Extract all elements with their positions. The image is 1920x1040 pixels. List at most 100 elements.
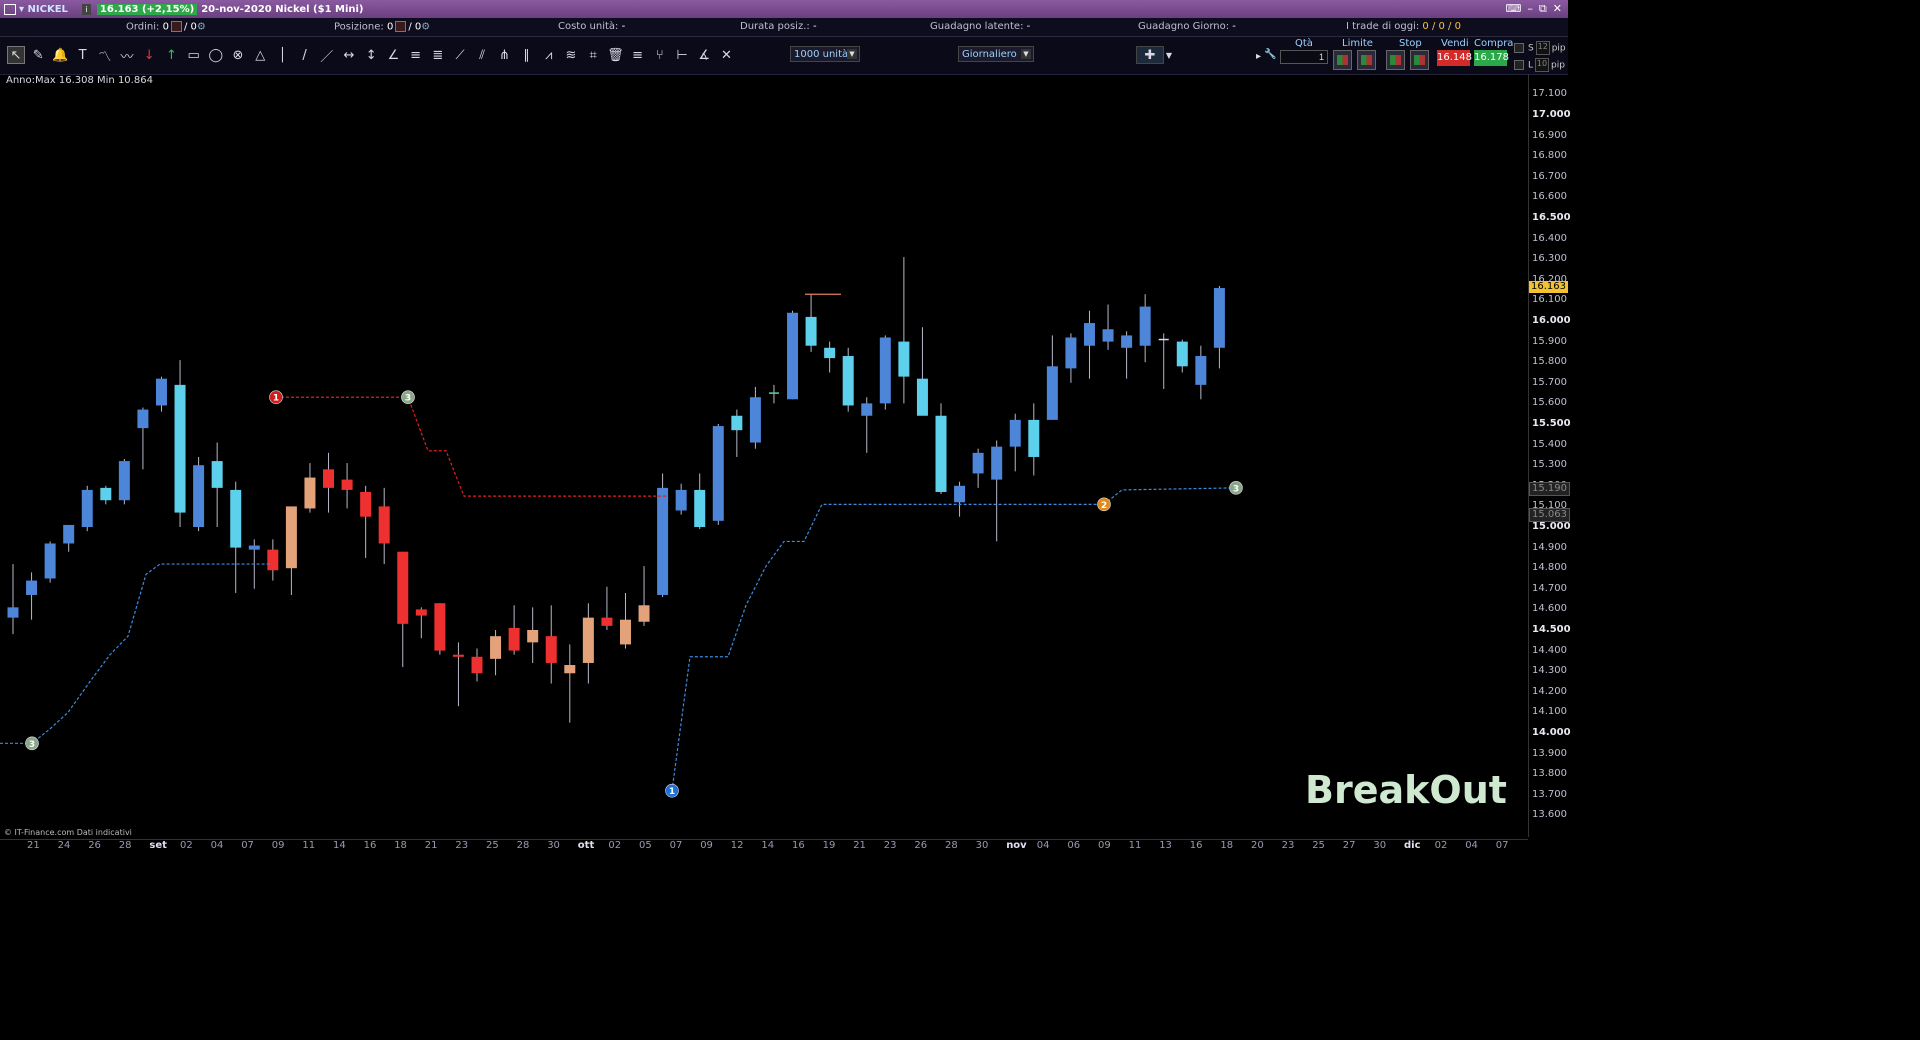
indicator-line-icon[interactable]: 〽 [96,46,114,65]
price-chart[interactable]: 3 1 3 1 2 3 [0,74,1528,839]
close-icon[interactable]: ✕ [1553,2,1562,16]
candle-body [304,477,316,509]
gann-angle-icon[interactable]: ∡ [695,46,713,64]
date-tick-label: 16 [792,840,805,851]
take-profit-input[interactable]: 10 [1535,58,1550,72]
date-tick-label: set [149,840,167,851]
restore-icon[interactable]: ⧉ [1539,2,1547,16]
qty-input[interactable] [1280,50,1328,64]
price-tick-label: 16.500 [1532,212,1571,223]
period-select[interactable]: Giornaliero ▼ [958,46,1034,62]
exit-marker-2-label: 3 [405,394,411,404]
stop-loss-input[interactable]: 12 [1535,41,1550,55]
date-tick-label: 24 [57,840,71,851]
current-price-marker: 16.163 [1529,281,1568,294]
date-tick-label: 30 [975,840,989,851]
candle-body [415,609,427,616]
symbol-selector[interactable]: ▾ NICKEL [19,4,68,15]
pitchfork-icon[interactable]: ⑂ [651,46,669,64]
parallel-channel-icon[interactable]: ∥ [518,46,536,64]
rectangle-icon[interactable]: ▭ [185,46,203,64]
wave-icon[interactable]: 〰 [118,46,136,65]
fibonacci-fan-icon[interactable]: ≣ [429,46,447,64]
candle-body [675,489,687,511]
trades-today-value: 0 / 0 / 0 [1422,21,1461,32]
cross-lines-icon[interactable]: ✕ [717,46,735,64]
wrench-icon[interactable]: 🔧 [1264,49,1276,60]
price-tick-label: 16.800 [1532,150,1567,162]
buy-button[interactable]: 16.178 [1474,50,1509,66]
candle-body [360,491,372,517]
pointer-icon[interactable]: ↖ [7,46,25,64]
pencil-icon[interactable]: ✎ [29,46,47,64]
trash-icon[interactable]: 🗑 [606,46,624,64]
vertical-segment-icon[interactable]: ↕ [362,46,380,64]
candle-body [954,485,966,503]
angle-icon[interactable]: ∠ [384,46,402,64]
stop-loss-checkbox[interactable] [1514,43,1524,53]
limit-buy-button[interactable] [1333,50,1352,70]
price-tick-label: 15.400 [1532,438,1567,450]
triangle-icon[interactable]: △ [251,46,269,64]
date-tick-label: 14 [333,840,346,851]
price-axis[interactable] [1528,74,1569,837]
cancel-orders-icon[interactable] [170,21,182,32]
candle-body [248,545,260,550]
take-profit-checkbox[interactable] [1514,60,1524,70]
raff-channel-icon[interactable]: ≋ [562,46,580,64]
ray-icon[interactable]: ／ [318,46,336,65]
candle-body [1195,356,1207,385]
price-tick-label: 15.700 [1532,376,1567,388]
buy-arrow-icon[interactable]: ↑ [162,46,180,64]
date-tick-label: ott [577,840,595,851]
position-settings-icon[interactable]: ⚙ [421,22,430,33]
candle-body [824,347,836,359]
date-tick-label: 05 [639,840,652,851]
close-position-icon[interactable] [395,21,407,32]
gann-grid-icon[interactable]: ⌗ [584,46,602,64]
position-infobar: Ordini: 0/ 0⚙ Posizione: 0/ 0⚙ Costo uni… [0,18,1568,37]
measure-icon[interactable]: ⊢ [673,46,691,64]
limit-sell-button[interactable] [1357,50,1376,70]
date-tick-label: 16 [363,840,377,851]
ellipse-icon[interactable]: ◯ [207,46,225,64]
fibonacci-icon[interactable]: ≡ [407,46,425,64]
orders-settings-icon[interactable]: ⚙ [197,22,206,33]
quote-badge: 16.163 (+2,15%) [96,3,198,15]
sell-button[interactable]: 16.148 [1437,50,1472,66]
sell-arrow-icon[interactable]: ↓ [140,46,158,64]
buy-entry-marker-label: 1 [669,787,675,797]
add-indicator-icon[interactable]: ✚ [1136,46,1164,64]
regression-icon[interactable]: ⩘ [540,46,558,64]
trend-line-icon[interactable]: / [296,46,314,64]
date-tick-label: 16 [1189,840,1203,851]
andrews-icon[interactable]: ⋔ [495,46,513,64]
price-tick-label: 15.500 [1532,418,1571,429]
price-tick-label: 14.000 [1532,727,1571,738]
candle-body [787,312,799,400]
vertical-line-icon[interactable]: │ [273,46,291,64]
gann-fan-icon[interactable]: ⟋ [451,46,469,64]
trailing-stop-blue-1 [0,563,270,744]
units-select[interactable]: 1000 unità ▼ [790,46,860,62]
speed-lines-icon[interactable]: ⫽ [473,46,491,64]
candle-body [341,479,353,490]
circle-icon[interactable]: ⊗ [229,46,247,64]
latent-gain-value: - [1026,21,1031,32]
text-icon[interactable]: T [74,46,92,64]
expand-icon[interactable]: ▸ [1256,51,1261,62]
horizontal-segment-icon[interactable]: ↔ [340,46,358,64]
stop-sell-button[interactable] [1410,50,1429,70]
date-tick-label: 20 [1251,840,1264,851]
price-tick-label: 14.200 [1532,685,1567,697]
equidistant-channel-icon[interactable]: ≡ [629,46,647,64]
chevron-down-icon[interactable]: ▼ [1164,46,1174,64]
keyboard-icon[interactable]: ⌨ [1506,2,1522,16]
candle-body [749,397,761,443]
alert-bell-icon[interactable]: 🔔 [51,46,69,64]
symbol-name: NICKEL [27,3,68,15]
minimize-icon[interactable]: – [1527,2,1533,16]
info-icon[interactable]: i [81,3,91,15]
candle-body [155,378,167,406]
stop-buy-button[interactable] [1386,50,1405,70]
